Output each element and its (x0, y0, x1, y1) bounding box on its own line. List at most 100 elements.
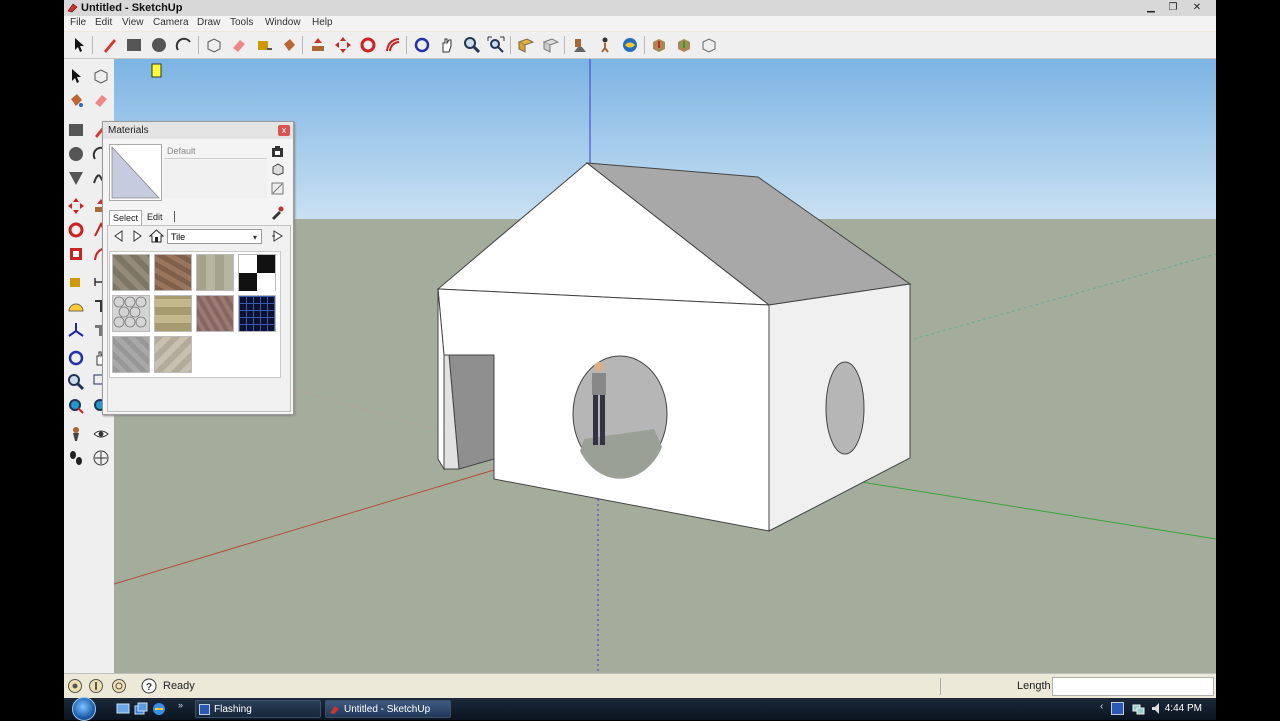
tape-measure-icon[interactable] (67, 273, 85, 291)
tab-select[interactable]: Select (109, 210, 143, 225)
paint-bucket-icon[interactable] (280, 36, 298, 54)
task-sketchup-label: Untitled - SketchUp (344, 704, 431, 715)
length-input[interactable] (1052, 677, 1214, 696)
menu-edit[interactable]: Edit (95, 17, 112, 28)
materials-close-button[interactable]: x (278, 125, 290, 136)
arc-icon[interactable] (175, 36, 193, 54)
swatch-tile-7[interactable] (196, 295, 234, 332)
walk-icon[interactable] (596, 36, 614, 54)
swatch-hexagon[interactable] (112, 295, 150, 332)
main-toolbar (64, 32, 1216, 59)
sign-in-icon[interactable] (111, 678, 127, 694)
eraser-icon[interactable] (92, 91, 110, 109)
orbit-icon[interactable] (67, 349, 85, 367)
sketchup-app-icon (330, 706, 339, 714)
zoom-extents-icon[interactable] (487, 36, 505, 54)
pan-icon[interactable] (438, 36, 456, 54)
menu-file[interactable]: File (70, 17, 86, 28)
show-desktop-icon[interactable] (116, 702, 130, 716)
zoom-icon[interactable] (463, 36, 481, 54)
home-icon[interactable] (149, 228, 164, 243)
menu-camera[interactable]: Camera (153, 17, 189, 28)
rectangle-icon[interactable] (67, 121, 85, 139)
paint-bucket-icon[interactable] (67, 91, 85, 109)
position-camera-icon[interactable] (67, 425, 85, 443)
look-around-icon[interactable] (621, 36, 639, 54)
sample-paint-icon[interactable] (271, 182, 284, 195)
rectangle-icon[interactable] (125, 36, 143, 54)
previous-view-icon[interactable] (517, 36, 535, 54)
pencil-icon[interactable] (101, 36, 119, 54)
swatch-tile-3[interactable] (196, 254, 234, 291)
instructor-help-icon[interactable]: ? (141, 678, 157, 694)
select-icon[interactable] (70, 36, 88, 54)
restore-button[interactable]: ❐ (1162, 1, 1184, 14)
switch-windows-icon[interactable] (134, 702, 148, 716)
language-bar-icon[interactable] (1111, 702, 1124, 715)
geo-location-icon[interactable] (67, 678, 83, 694)
swatch-tile-6[interactable] (154, 295, 192, 332)
move-icon[interactable] (67, 197, 85, 215)
swatch-checker[interactable] (238, 254, 276, 291)
details-arrow-icon[interactable] (271, 229, 285, 243)
swatch-tile-10[interactable] (154, 336, 192, 373)
select-icon[interactable] (67, 67, 85, 85)
volume-icon[interactable] (1151, 702, 1164, 715)
make-component-icon[interactable] (92, 67, 110, 85)
menu-draw[interactable]: Draw (197, 17, 220, 28)
network-icon[interactable] (1132, 702, 1145, 715)
menu-window[interactable]: Window (265, 17, 301, 28)
minimize-button[interactable]: ▁ (1140, 1, 1162, 14)
look-around-icon[interactable] (92, 425, 110, 443)
swatch-tile-9[interactable] (112, 336, 150, 373)
material-name-field[interactable]: Default (164, 145, 267, 159)
zoom-extents-icon[interactable] (67, 397, 85, 415)
close-button[interactable]: ✕ (1186, 1, 1208, 14)
components-icon[interactable] (700, 36, 718, 54)
orbit-icon[interactable] (413, 36, 431, 54)
back-arrow-icon[interactable] (112, 229, 126, 243)
position-camera-icon[interactable] (571, 36, 589, 54)
materials-title-bar[interactable]: Materials x (103, 122, 293, 139)
move-icon[interactable] (334, 36, 352, 54)
quick-launch-more-icon[interactable]: » (178, 700, 183, 710)
polygon-icon[interactable] (67, 169, 85, 187)
swatch-tile-2[interactable] (154, 254, 192, 291)
walk-icon[interactable] (67, 449, 85, 467)
library-select[interactable]: Tile ▾ (167, 229, 262, 244)
task-sketchup[interactable]: Untitled - SketchUp (325, 700, 451, 718)
tray-expand-icon[interactable]: ‹ (1100, 701, 1103, 712)
task-flashing[interactable]: Flashing (195, 700, 321, 718)
tab-edit[interactable]: Edit (144, 210, 166, 224)
side-round-window[interactable] (825, 361, 865, 455)
menu-help[interactable]: Help (312, 17, 333, 28)
share-model-icon[interactable] (675, 36, 693, 54)
circle-icon[interactable] (150, 36, 168, 54)
create-material-icon[interactable] (271, 145, 284, 158)
menu-view[interactable]: View (122, 17, 144, 28)
swatch-tile-1[interactable] (112, 254, 150, 291)
scale-icon[interactable] (67, 245, 85, 263)
circle-icon[interactable] (67, 145, 85, 163)
credits-icon[interactable] (88, 678, 104, 694)
push-pull-icon[interactable] (309, 36, 327, 54)
eraser-icon[interactable] (230, 36, 248, 54)
swatch-blue-grid[interactable] (238, 295, 276, 332)
tape-measure-icon[interactable] (255, 36, 273, 54)
browser-icon[interactable] (152, 702, 166, 716)
get-models-icon[interactable] (650, 36, 668, 54)
rotate-icon[interactable] (359, 36, 377, 54)
offset-icon[interactable] (384, 36, 402, 54)
rotate-icon[interactable] (67, 221, 85, 239)
next-view-icon[interactable] (542, 36, 560, 54)
eyedropper-icon[interactable] (270, 206, 284, 220)
zoom-icon[interactable] (67, 373, 85, 391)
forward-arrow-icon[interactable] (130, 229, 144, 243)
paint-default-icon[interactable] (271, 163, 284, 176)
start-button[interactable] (72, 697, 96, 721)
make-component-icon[interactable] (205, 36, 223, 54)
axes-icon[interactable] (67, 321, 85, 339)
menu-tools[interactable]: Tools (230, 17, 253, 28)
section-plane-icon[interactable] (92, 449, 110, 467)
protractor-icon[interactable] (67, 297, 85, 315)
